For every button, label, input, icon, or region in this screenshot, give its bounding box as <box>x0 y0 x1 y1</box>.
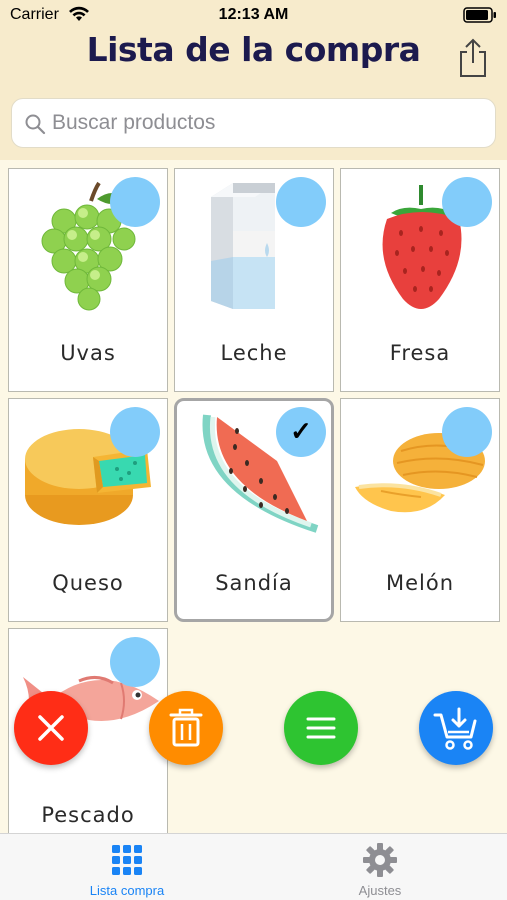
tab-ajustes[interactable]: Ajustes <box>300 834 460 900</box>
clear-selection-button[interactable] <box>14 691 88 765</box>
delete-button[interactable] <box>149 691 223 765</box>
status-time: 12:13 AM <box>218 6 289 23</box>
gear-icon <box>363 843 397 877</box>
select-toggle[interactable] <box>276 177 326 227</box>
trash-icon <box>169 708 203 747</box>
tab-label: Lista compra <box>89 883 165 898</box>
search-input[interactable] <box>52 99 482 147</box>
product-name: Fresa <box>389 341 451 365</box>
product-name: Leche <box>220 341 288 365</box>
product-name: Sandía <box>215 571 293 595</box>
battery-icon <box>463 7 497 28</box>
tab-bar: Lista compra Ajustes <box>0 833 507 900</box>
add-to-cart-button[interactable] <box>419 691 493 765</box>
select-toggle[interactable] <box>110 637 160 687</box>
product-card-queso[interactable]: Queso <box>8 398 168 622</box>
checkmark-icon: ✓ <box>290 416 312 446</box>
product-card-fresa[interactable]: Fresa <box>340 168 500 392</box>
product-name: Pescado <box>41 803 135 827</box>
list-icon <box>306 717 336 739</box>
share-button[interactable] <box>456 38 490 78</box>
product-card-uvas[interactable]: Uvas <box>8 168 168 392</box>
tab-lista-compra[interactable]: Lista compra <box>47 834 207 900</box>
select-toggle[interactable] <box>442 407 492 457</box>
share-icon <box>460 38 486 77</box>
cart-download-icon <box>433 707 477 750</box>
header: Carrier 12:13 AM Lista de la compra <box>0 0 507 160</box>
search-icon <box>24 113 46 140</box>
product-card-leche[interactable]: Leche <box>174 168 334 392</box>
list-view-button[interactable] <box>284 691 358 765</box>
product-card-sandia[interactable]: ✓ Sandía <box>174 398 334 622</box>
select-toggle[interactable]: ✓ <box>276 407 326 457</box>
tab-label: Ajustes <box>358 883 402 898</box>
select-toggle[interactable] <box>442 177 492 227</box>
select-toggle[interactable] <box>110 407 160 457</box>
product-name: Queso <box>52 571 124 595</box>
product-name: Uvas <box>60 341 116 365</box>
status-bar: Carrier 12:13 AM <box>0 0 507 32</box>
page-title: Lista de la compra <box>86 30 421 69</box>
close-icon <box>38 715 64 741</box>
select-toggle[interactable] <box>110 177 160 227</box>
search-bar[interactable] <box>11 98 496 148</box>
product-card-melon[interactable]: Melón <box>340 398 500 622</box>
product-name: Melón <box>385 571 455 595</box>
grid-icon <box>112 845 142 875</box>
